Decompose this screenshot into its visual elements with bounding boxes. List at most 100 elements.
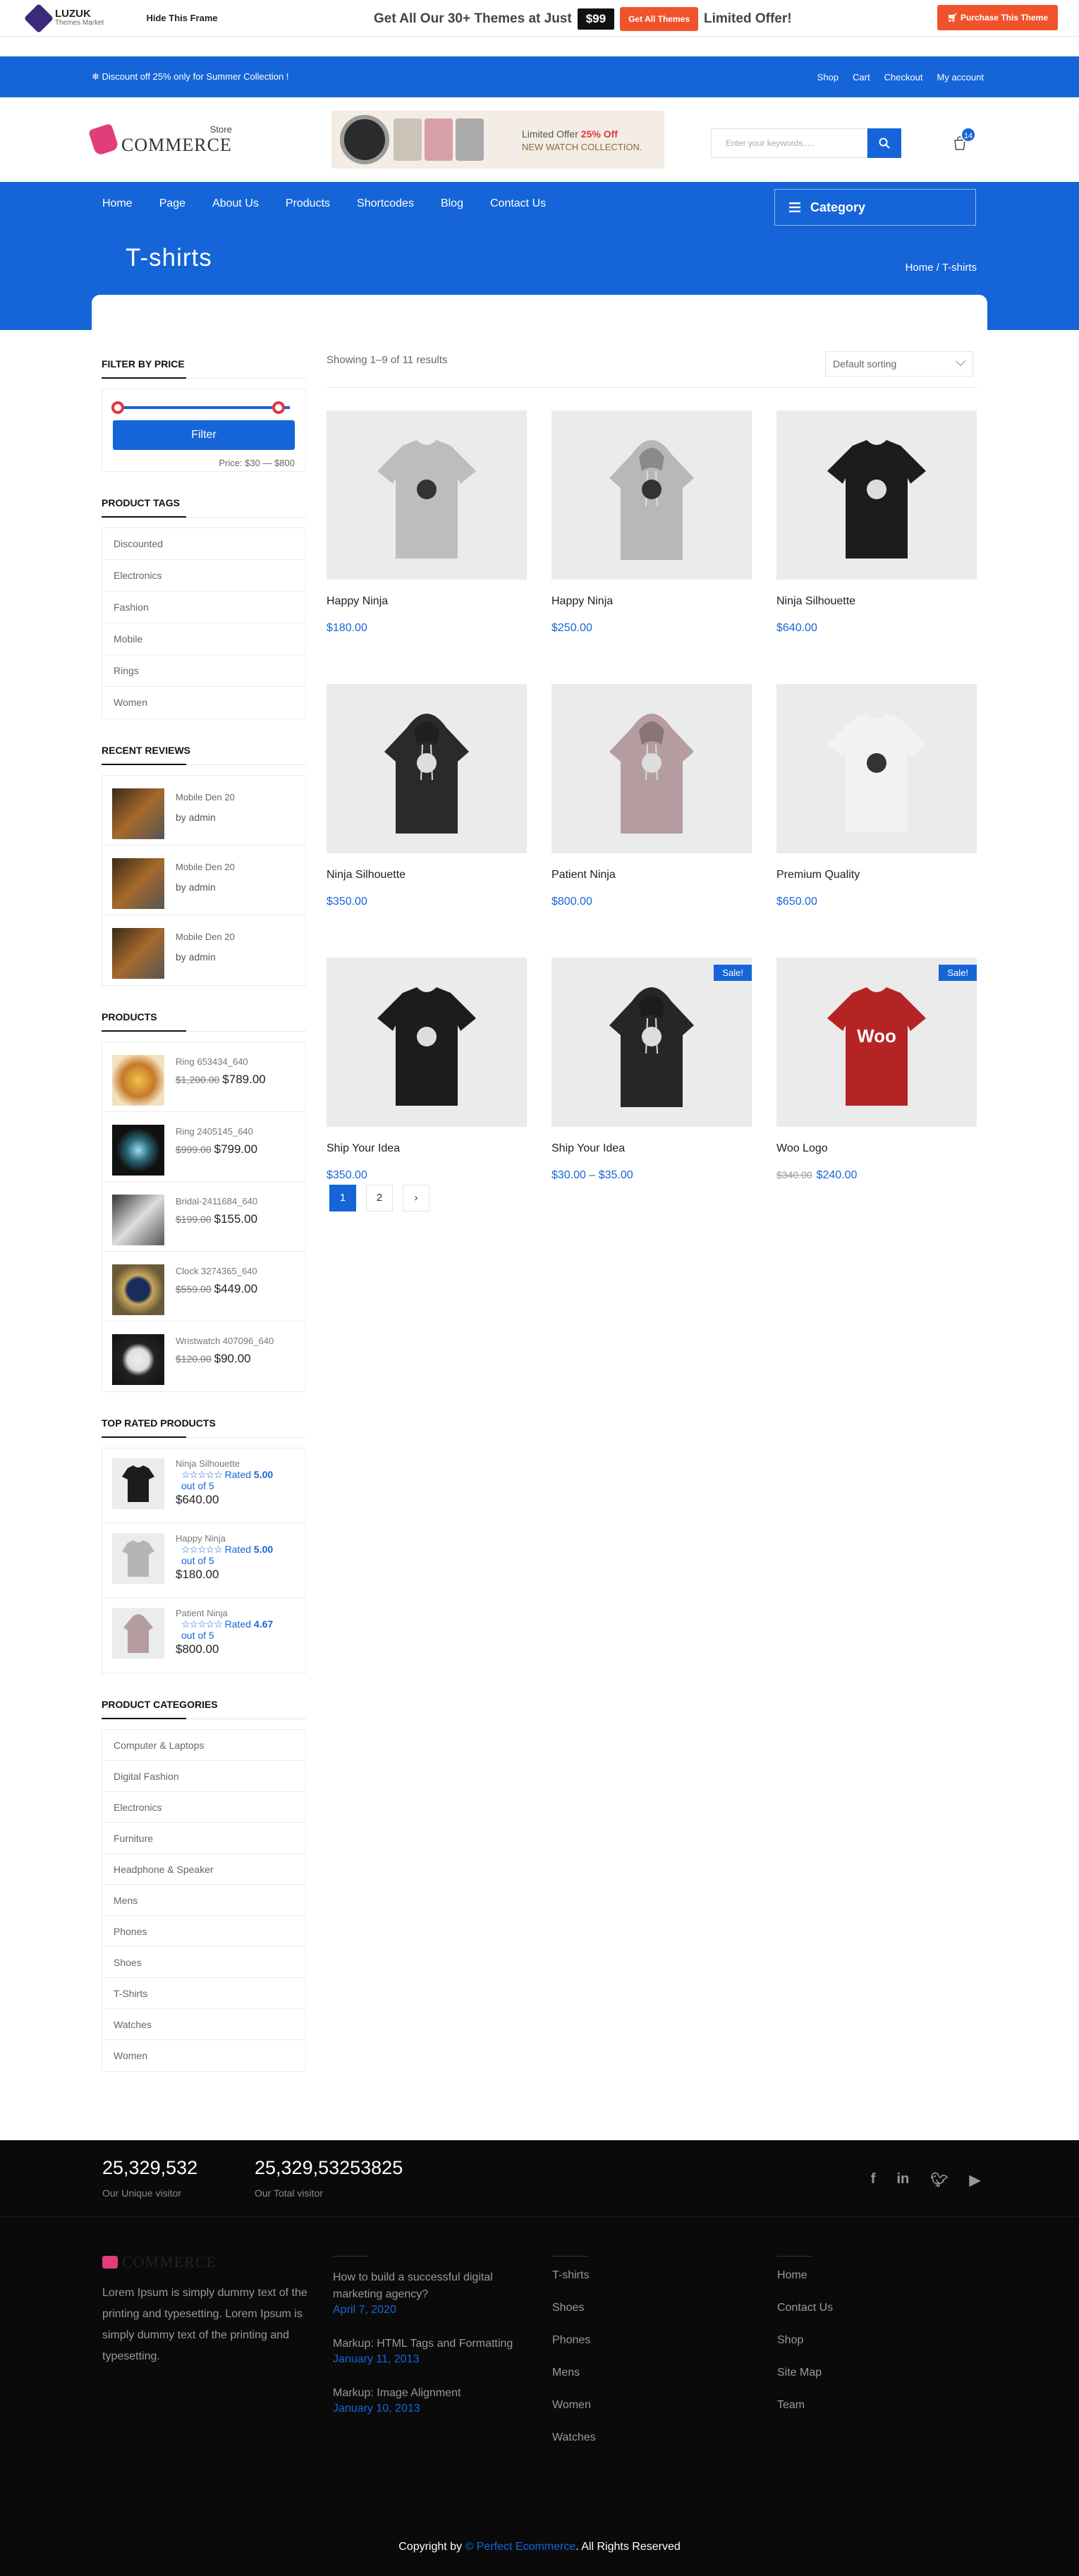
nav-products[interactable]: Products <box>286 197 330 210</box>
luzuk-logo[interactable]: LUZUK Themes Market <box>23 3 104 33</box>
footer-cat-link[interactable]: Phones <box>552 2334 596 2347</box>
widget-product[interactable]: Ring 653434_640 $1,200.00 $789.00 <box>102 1042 305 1112</box>
product-card[interactable]: Happy Ninja $250.00 <box>551 410 752 635</box>
nav-about[interactable]: About Us <box>212 197 259 210</box>
footer-cat-link[interactable]: Watches <box>552 2431 596 2444</box>
category-item[interactable]: Shoes <box>102 1947 305 1978</box>
site-logo[interactable]: Store COMMERCE <box>87 123 331 157</box>
product-image[interactable] <box>776 410 977 580</box>
footer-link[interactable]: Shop <box>777 2334 833 2347</box>
nav-blog[interactable]: Blog <box>441 197 463 210</box>
price-slider[interactable] <box>111 401 290 414</box>
footer-logo[interactable]: COMMERCE <box>102 2253 314 2271</box>
footer-link[interactable]: Team <box>777 2399 833 2412</box>
footer-link[interactable]: Contact Us <box>777 2302 833 2314</box>
widget-product-name[interactable]: Bridal-2411684_640 <box>176 1196 257 1207</box>
search-button[interactable] <box>867 128 901 158</box>
product-image[interactable] <box>551 410 752 580</box>
product-card[interactable]: Patient Ninja $800.00 <box>551 684 752 908</box>
purchase-theme-button[interactable]: 🛒︎ Purchase This Theme <box>937 5 1058 30</box>
facebook-icon[interactable]: f <box>871 2171 876 2189</box>
get-all-themes-button[interactable]: Get All Themes <box>620 7 698 31</box>
tag-electronics[interactable]: Electronics <box>102 560 305 592</box>
product-image[interactable] <box>776 684 977 853</box>
page-next[interactable]: › <box>403 1185 429 1211</box>
sort-select[interactable]: Default sorting <box>825 351 973 377</box>
category-item[interactable]: Mens <box>102 1885 305 1916</box>
tag-rings[interactable]: Rings <box>102 655 305 687</box>
tag-fashion[interactable]: Fashion <box>102 592 305 623</box>
category-item[interactable]: Women <box>102 2040 305 2071</box>
page-2[interactable]: 2 <box>366 1185 393 1211</box>
top-nav-account[interactable]: My account <box>937 72 984 83</box>
tag-discounted[interactable]: Discounted <box>102 528 305 560</box>
product-name[interactable]: Premium Quality <box>776 869 977 881</box>
top-rated-item[interactable]: Patient Ninja ☆☆☆☆☆ Rated 4.67 out of 5 $… <box>102 1598 305 1673</box>
top-rated-name[interactable]: Ninja Silhouette <box>176 1458 273 1469</box>
footer-post-title[interactable]: Markup: Image Alignment <box>333 2385 537 2402</box>
product-card[interactable]: Ninja Silhouette $350.00 <box>327 684 527 908</box>
footer-post-date[interactable]: April 7, 2020 <box>333 2303 537 2317</box>
youtube-icon[interactable]: ▶ <box>970 2171 980 2189</box>
footer-cat-link[interactable]: T-shirts <box>552 2269 596 2282</box>
product-card[interactable]: Woo Sale! Woo Logo $340.00 $240.00 <box>776 958 977 1182</box>
category-item[interactable]: T-Shirts <box>102 1978 305 2009</box>
review-item[interactable]: Mobile Den 20 by admin <box>102 915 305 985</box>
widget-product[interactable]: Ring 2405145_640 $999.00 $799.00 <box>102 1112 305 1182</box>
product-card[interactable]: Premium Quality $650.00 <box>776 684 977 908</box>
product-card[interactable]: Happy Ninja $180.00 <box>327 410 527 635</box>
breadcrumb[interactable]: Home / T-shirts <box>906 262 977 274</box>
filter-button[interactable]: Filter <box>113 420 295 450</box>
top-nav-checkout[interactable]: Checkout <box>884 72 923 83</box>
product-image[interactable] <box>327 958 527 1127</box>
nav-home[interactable]: Home <box>102 197 133 210</box>
category-item[interactable]: Headphone & Speaker <box>102 1854 305 1885</box>
widget-product[interactable]: Bridal-2411684_640 $199.00 $155.00 <box>102 1182 305 1252</box>
product-name[interactable]: Ninja Silhouette <box>327 869 527 881</box>
product-image[interactable] <box>327 410 527 580</box>
hide-frame-link[interactable]: Hide This Frame <box>146 13 217 23</box>
review-item[interactable]: Mobile Den 20 by admin <box>102 776 305 846</box>
widget-product-name[interactable]: Ring 653434_640 <box>176 1056 266 1067</box>
linkedin-icon[interactable]: in <box>896 2171 909 2189</box>
product-image[interactable] <box>551 684 752 853</box>
header-cart[interactable]: 14 <box>952 127 976 151</box>
product-name[interactable]: Happy Ninja <box>551 595 752 608</box>
category-item[interactable]: Digital Fashion <box>102 1761 305 1792</box>
category-item[interactable]: Phones <box>102 1916 305 1947</box>
widget-product-name[interactable]: Wristwatch 407096_640 <box>176 1336 274 1346</box>
top-rated-name[interactable]: Patient Ninja <box>176 1608 273 1618</box>
page-1[interactable]: 1 <box>329 1185 356 1211</box>
product-card[interactable]: Ninja Silhouette $640.00 <box>776 410 977 635</box>
footer-cat-link[interactable]: Mens <box>552 2367 596 2379</box>
top-rated-item[interactable]: Ninja Silhouette ☆☆☆☆☆ Rated 5.00 out of … <box>102 1448 305 1523</box>
product-name[interactable]: Woo Logo <box>776 1142 977 1155</box>
footer-cat-link[interactable]: Shoes <box>552 2302 596 2314</box>
twitter-icon[interactable]: 🐦︎ <box>930 2171 948 2189</box>
product-image[interactable] <box>327 684 527 853</box>
category-item[interactable]: Watches <box>102 2009 305 2040</box>
product-card[interactable]: Sale! Ship Your Idea $30.00 – $35.00 <box>551 958 752 1182</box>
tag-mobile[interactable]: Mobile <box>102 623 305 655</box>
tag-women[interactable]: Women <box>102 687 305 719</box>
price-slider-max-handle[interactable] <box>272 401 285 414</box>
review-item[interactable]: Mobile Den 20 by admin <box>102 846 305 915</box>
price-slider-min-handle[interactable] <box>111 401 124 414</box>
category-button[interactable]: Category <box>774 189 976 226</box>
product-card[interactable]: Ship Your Idea $350.00 <box>327 958 527 1182</box>
widget-product-name[interactable]: Clock 3274365_640 <box>176 1266 257 1276</box>
product-image[interactable]: Woo Sale! <box>776 958 977 1127</box>
review-product[interactable]: Mobile Den 20 <box>176 860 235 875</box>
product-name[interactable]: Ship Your Idea <box>327 1142 527 1155</box>
footer-cat-link[interactable]: Women <box>552 2399 596 2412</box>
footer-link[interactable]: Site Map <box>777 2367 833 2379</box>
watch-banner[interactable]: Limited Offer 25% Off NEW WATCH COLLECTI… <box>331 111 664 169</box>
review-product[interactable]: Mobile Den 20 <box>176 929 235 945</box>
footer-post-title[interactable]: How to build a successful digital market… <box>333 2269 537 2303</box>
product-name[interactable]: Happy Ninja <box>327 595 527 608</box>
nav-contact[interactable]: Contact Us <box>490 197 546 210</box>
widget-product-name[interactable]: Ring 2405145_640 <box>176 1126 257 1137</box>
nav-shortcodes[interactable]: Shortcodes <box>357 197 414 210</box>
review-product[interactable]: Mobile Den 20 <box>176 790 235 805</box>
top-rated-name[interactable]: Happy Ninja <box>176 1533 273 1544</box>
